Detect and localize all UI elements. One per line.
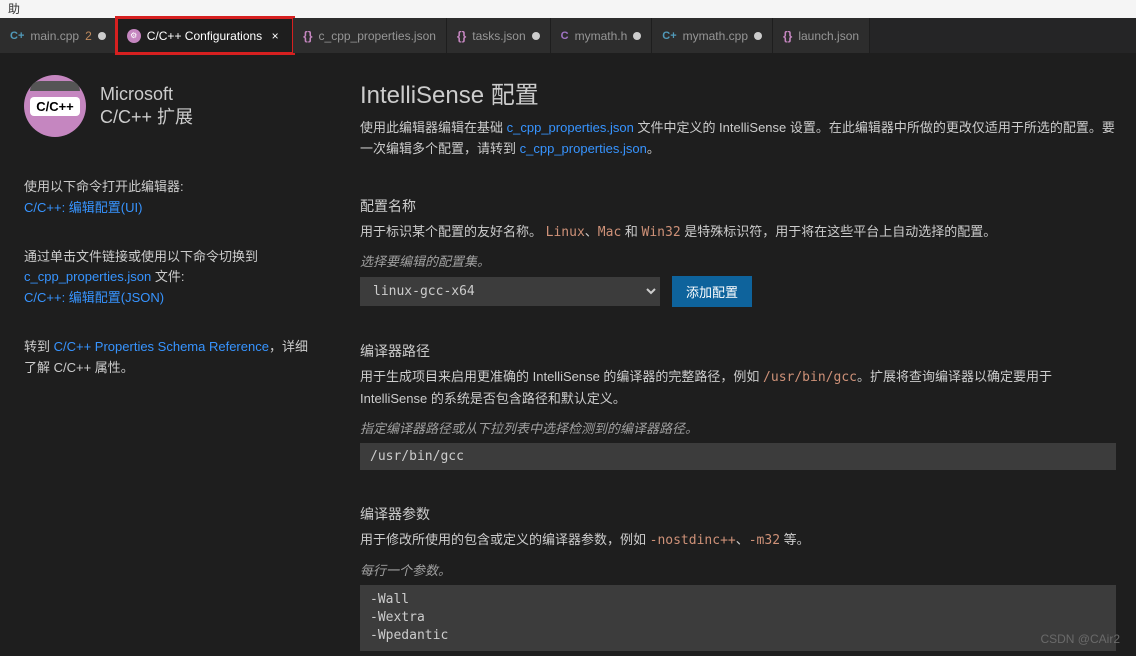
json-file-icon: {} bbox=[783, 29, 792, 43]
extension-logo-text: C/C++ bbox=[30, 97, 80, 116]
sep: 、 bbox=[736, 532, 749, 547]
compiler-path-desc-pre: 用于生成项目来启用更准确的 IntelliSense 的编译器的完整路径，例如 bbox=[360, 369, 763, 384]
tab-label: launch.json bbox=[798, 29, 859, 43]
code-m32: -m32 bbox=[749, 533, 780, 548]
cpp-file-icon: C+ bbox=[662, 30, 676, 42]
desc-link-1[interactable]: c_cpp_properties.json bbox=[507, 120, 634, 135]
tab-suffix: 2 bbox=[85, 29, 92, 43]
modified-dot-icon bbox=[754, 32, 762, 40]
tab-tasks-json[interactable]: {} tasks.json bbox=[447, 18, 551, 53]
sidebar: C/C++ Microsoft C/C++ 扩展 使用以下命令打开此编辑器: C… bbox=[0, 53, 340, 656]
extension-name: C/C++ 扩展 bbox=[100, 106, 193, 129]
extension-vendor: Microsoft bbox=[100, 83, 193, 106]
config-name-desc-post: 是特殊标识符，用于将在这些平台上自动选择的配置。 bbox=[684, 224, 996, 239]
tab-ccpp-properties[interactable]: {} c_cpp_properties.json bbox=[293, 18, 447, 53]
window-menu-strip: 助 bbox=[0, 0, 1136, 18]
desc-end: 。 bbox=[647, 141, 660, 156]
header-file-icon: C bbox=[561, 30, 569, 42]
tab-mymath-h[interactable]: C mymath.h bbox=[551, 18, 653, 53]
tab-label: mymath.h bbox=[575, 29, 628, 43]
editor-tab-bar: C+ main.cpp 2 ⚙ C/C++ Configurations × {… bbox=[0, 18, 1136, 53]
tab-mymath-cpp[interactable]: C+ mymath.cpp bbox=[652, 18, 773, 53]
config-name-hint: 选择要编辑的配置集。 bbox=[360, 251, 1116, 270]
tab-label: tasks.json bbox=[472, 29, 525, 43]
extension-logo-icon: C/C++ bbox=[24, 75, 86, 137]
main-panel: IntelliSense 配置 使用此编辑器编辑在基础 c_cpp_proper… bbox=[340, 53, 1136, 656]
cpp-file-icon: C+ bbox=[10, 30, 24, 42]
modified-dot-icon bbox=[98, 32, 106, 40]
sep: 、 bbox=[585, 224, 598, 239]
modified-dot-icon bbox=[633, 32, 641, 40]
code-gcc-path: /usr/bin/gcc bbox=[763, 370, 857, 385]
section-config-name: 配置名称 用于标识某个配置的友好名称。 Linux、Mac 和 Win32 是特… bbox=[360, 196, 1116, 308]
tab-launch-json[interactable]: {} launch.json bbox=[773, 18, 870, 53]
tab-label: C/C++ Configurations bbox=[147, 29, 262, 43]
compiler-path-hint: 指定编译器路径或从下拉列表中选择检测到的编译器路径。 bbox=[360, 418, 1116, 437]
switch-hint-pre: 通过单击文件链接或使用以下命令切换到 bbox=[24, 249, 258, 264]
compiler-path-input[interactable] bbox=[360, 443, 1116, 470]
section-compiler-args: 编译器参数 用于修改所使用的包含或定义的编译器参数，例如 -nostdinc++… bbox=[360, 504, 1116, 651]
desc-link-2[interactable]: c_cpp_properties.json bbox=[520, 141, 647, 156]
config-set-select[interactable]: linux-gcc-x64 bbox=[360, 277, 660, 306]
extension-icon: ⚙ bbox=[127, 29, 141, 43]
code-mac: Mac bbox=[598, 225, 621, 240]
code-linux: Linux bbox=[546, 225, 585, 240]
section-compiler-path: 编译器路径 用于生成项目来启用更准确的 IntelliSense 的编译器的完整… bbox=[360, 341, 1116, 470]
desc-pre: 使用此编辑器编辑在基础 bbox=[360, 120, 507, 135]
tab-main-cpp[interactable]: C+ main.cpp 2 bbox=[0, 18, 117, 53]
config-name-title: 配置名称 bbox=[360, 196, 1116, 216]
compiler-args-textarea[interactable]: -Wall -Wextra -Wpedantic bbox=[360, 585, 1116, 652]
modified-dot-icon bbox=[532, 32, 540, 40]
edit-config-ui-link[interactable]: C/C++: 编辑配置(UI) bbox=[24, 200, 142, 215]
compiler-args-desc-pre: 用于修改所使用的包含或定义的编译器参数，例如 bbox=[360, 532, 650, 547]
tab-label: mymath.cpp bbox=[683, 29, 748, 43]
config-name-desc-pre: 用于标识某个配置的友好名称。 bbox=[360, 224, 542, 239]
extension-badge: C/C++ Microsoft C/C++ 扩展 bbox=[24, 75, 316, 137]
edit-config-json-link[interactable]: C/C++: 编辑配置(JSON) bbox=[24, 290, 164, 305]
add-config-button[interactable]: 添加配置 bbox=[672, 276, 752, 307]
json-file-icon: {} bbox=[457, 29, 466, 43]
code-nostdinc: -nostdinc++ bbox=[650, 533, 736, 548]
ccpp-properties-file-link[interactable]: c_cpp_properties.json bbox=[24, 269, 151, 284]
compiler-path-title: 编译器路径 bbox=[360, 341, 1116, 361]
switch-hint-post: 文件: bbox=[151, 269, 184, 284]
code-win32: Win32 bbox=[642, 225, 681, 240]
tab-ccpp-configurations[interactable]: ⚙ C/C++ Configurations × bbox=[117, 18, 293, 53]
tab-label: main.cpp bbox=[30, 29, 79, 43]
compiler-args-desc-post: 等。 bbox=[780, 532, 810, 547]
compiler-args-title: 编译器参数 bbox=[360, 504, 1116, 524]
schema-reference-link[interactable]: C/C++ Properties Schema Reference bbox=[54, 339, 269, 354]
json-file-icon: {} bbox=[303, 29, 312, 43]
sep: 和 bbox=[621, 224, 641, 239]
page-title: IntelliSense 配置 bbox=[360, 75, 1116, 110]
open-editor-hint: 使用以下命令打开此编辑器: bbox=[24, 177, 316, 198]
watermark: CSDN @CAir2 bbox=[1040, 632, 1120, 646]
close-icon[interactable]: × bbox=[268, 29, 282, 43]
schema-pre: 转到 bbox=[24, 339, 54, 354]
tab-label: c_cpp_properties.json bbox=[319, 29, 436, 43]
compiler-args-hint: 每行一个参数。 bbox=[360, 560, 1116, 579]
